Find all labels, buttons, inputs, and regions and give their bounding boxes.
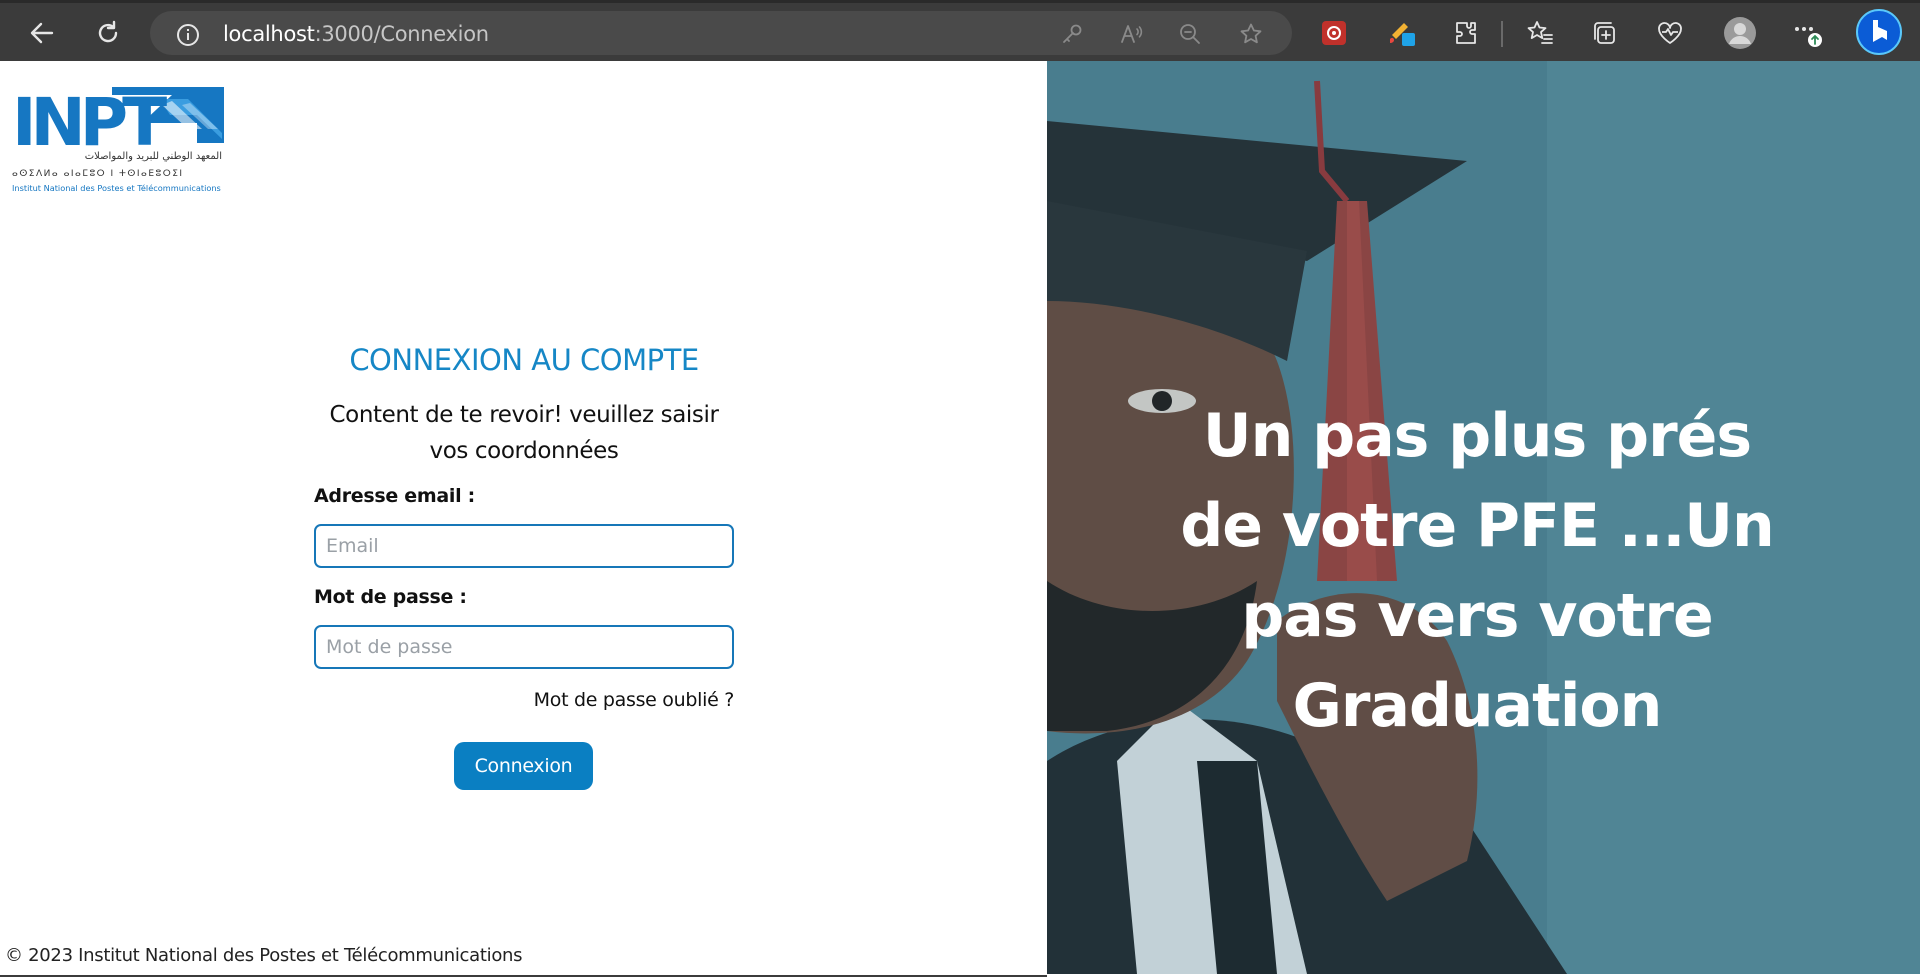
login-button[interactable]: Connexion bbox=[454, 742, 593, 790]
favorites-icon[interactable] bbox=[1522, 15, 1558, 51]
key-icon[interactable] bbox=[1060, 22, 1084, 46]
password-label: Mot de passe : bbox=[314, 586, 467, 608]
svg-text:المعهد الوطني للبريد والمواصلا: المعهد الوطني للبريد والمواصلات bbox=[85, 151, 222, 162]
back-icon[interactable] bbox=[24, 15, 60, 51]
toolbar-separator bbox=[1501, 21, 1503, 47]
browser-toolbar: localhost:3000/Connexion bbox=[0, 0, 1920, 61]
footer-copyright: © 2023 Institut National des Postes et T… bbox=[5, 945, 523, 966]
extensions-icon[interactable] bbox=[1448, 15, 1484, 51]
url-text[interactable]: localhost:3000/Connexion bbox=[223, 22, 489, 46]
form-title: CONNEXION AU COMPTE bbox=[349, 343, 699, 377]
svg-text:Institut National des Postes e: Institut National des Postes et Télécomm… bbox=[12, 183, 221, 193]
form-subtitle: Content de te revoir! veuillez saisir vo… bbox=[329, 402, 719, 464]
collections-icon[interactable] bbox=[1586, 15, 1622, 51]
bing-copilot-icon[interactable] bbox=[1856, 9, 1902, 55]
password-input[interactable] bbox=[314, 625, 734, 669]
svg-text:ⴰⵙⵉⴷⵍⴰ ⴰⵏⴰⵎⵓⵔ ⵏ ⵜⵙⵏⴰⴹⵓⵔⵉⵏ: ⴰⵙⵉⴷⵍⴰ ⴰⵏⴰⵎⵓⵔ ⵏ ⵜⵙⵏⴰⴹⵓⵔⵉⵏ bbox=[12, 169, 184, 179]
page-content: INPT المعهد الوطني للبريد والمواصلات ⴰⵙⵉ… bbox=[0, 61, 1920, 977]
inpt-logo: INPT المعهد الوطني للبريد والمواصلات ⴰⵙⵉ… bbox=[12, 83, 227, 195]
more-icon[interactable] bbox=[1790, 15, 1826, 51]
favorite-star-icon[interactable] bbox=[1239, 22, 1263, 46]
hero-image: Un pas plus prés de votre PFE ...Un pas … bbox=[1047, 61, 1920, 974]
email-input[interactable] bbox=[314, 524, 734, 568]
login-panel: INPT المعهد الوطني للبريد والمواصلات ⴰⵙⵉ… bbox=[0, 61, 1047, 977]
address-bar[interactable]: localhost:3000/Connexion bbox=[150, 11, 1292, 55]
zoom-out-icon[interactable] bbox=[1178, 22, 1202, 46]
read-aloud-icon[interactable] bbox=[1119, 22, 1143, 46]
svg-text:INPT: INPT bbox=[12, 84, 167, 161]
reload-icon[interactable] bbox=[90, 15, 126, 51]
browser-essentials-icon[interactable] bbox=[1652, 15, 1688, 51]
profile-icon[interactable] bbox=[1722, 15, 1758, 51]
extension-red-icon[interactable] bbox=[1316, 15, 1352, 51]
hero-tagline: Un pas plus prés de votre PFE ...Un pas … bbox=[1180, 401, 1774, 741]
email-label: Adresse email : bbox=[314, 485, 475, 507]
extension-paint-icon[interactable] bbox=[1384, 15, 1420, 51]
forgot-password-link[interactable]: Mot de passe oublié ? bbox=[534, 689, 735, 711]
info-icon[interactable] bbox=[176, 23, 200, 52]
